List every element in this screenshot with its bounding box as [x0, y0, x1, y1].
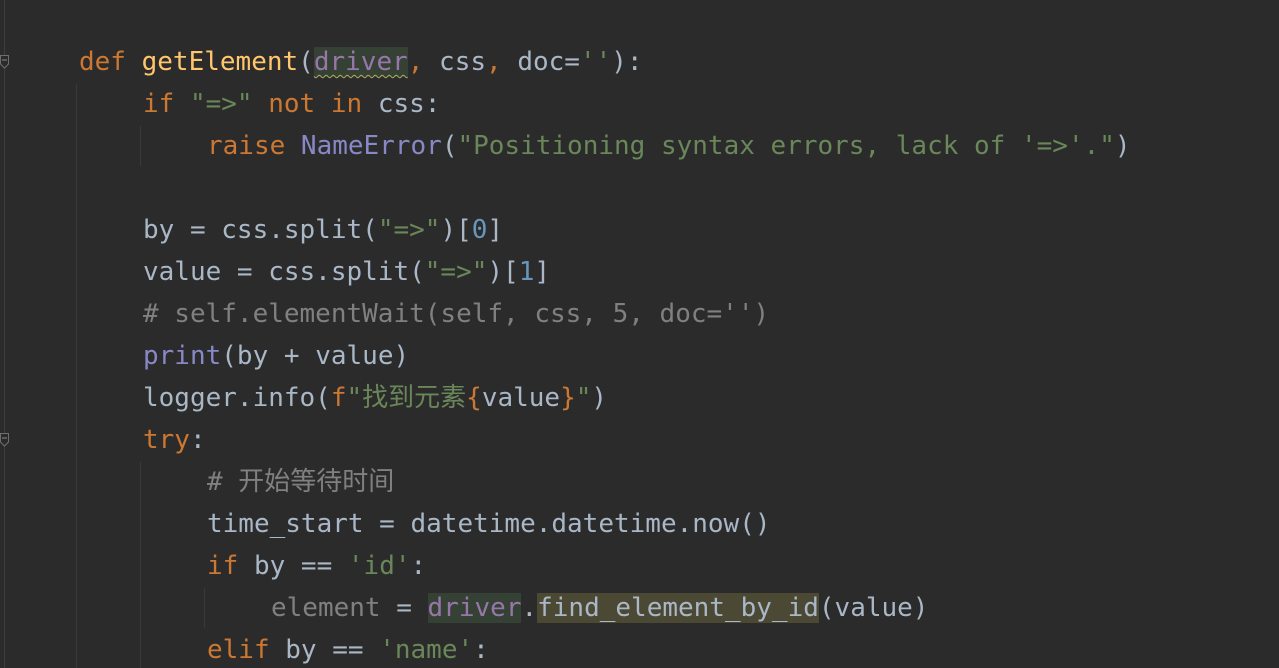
- code-token: ,: [486, 47, 502, 77]
- code-token: =: [380, 593, 428, 623]
- code-token: if: [143, 89, 190, 119]
- code-token: :: [473, 635, 489, 665]
- code-token: css:: [377, 89, 441, 119]
- code-token: ): [591, 383, 608, 413]
- code-line-10[interactable]: try:: [143, 419, 206, 461]
- code-editor[interactable]: def getElement(driver, css, doc=''): if …: [0, 0, 1279, 668]
- indent-guide: [140, 126, 141, 166]
- code-token: (value): [818, 593, 929, 623]
- code-token: ]: [487, 215, 504, 245]
- code-token: by ==: [253, 551, 348, 581]
- code-line-9[interactable]: logger.info(f"找到元素{value}"): [143, 377, 607, 419]
- code-token: "=>": [377, 215, 441, 245]
- code-token: def: [79, 47, 142, 77]
- code-token: )[: [487, 257, 519, 287]
- code-token: # self.elementWait(self, css, 5, doc=''): [143, 299, 770, 329]
- code-token: )[: [440, 215, 472, 245]
- code-token: '': [579, 47, 612, 77]
- indent-guide: [76, 84, 77, 668]
- code-line-7[interactable]: # self.elementWait(self, css, 5, doc=''): [143, 293, 769, 335]
- code-token: {: [466, 383, 482, 413]
- code-token: ,: [407, 47, 424, 77]
- code-token: :: [410, 551, 427, 581]
- code-token: logger.info(: [143, 383, 331, 413]
- code-token: value = css.split(: [143, 257, 425, 287]
- code-line-5[interactable]: by = css.split("=>")[0]: [143, 209, 503, 251]
- code-line-15[interactable]: elif by == 'name':: [207, 629, 489, 668]
- code-token: # 开始等待时间: [207, 467, 395, 497]
- code-token: element: [271, 593, 381, 623]
- code-token: ]: [534, 257, 551, 287]
- code-token: by ==: [285, 635, 380, 665]
- code-token: "=>": [424, 257, 488, 287]
- code-token: }: [560, 383, 576, 413]
- code-token: ):: [611, 47, 643, 77]
- code-token: find_element_by_id: [537, 593, 819, 623]
- code-token: 'id': [347, 551, 411, 581]
- code-token: "找到元素: [346, 383, 467, 413]
- code-token: not in: [252, 89, 378, 119]
- code-token: time_start = datetime.datetime.now(): [207, 509, 771, 539]
- code-token: doc=: [501, 47, 580, 77]
- code-token: 'name': [379, 635, 474, 665]
- fold-marker-icon[interactable]: [0, 433, 9, 447]
- code-token: (by + value): [221, 341, 410, 371]
- code-token: raise: [207, 131, 301, 161]
- code-token: elif: [207, 635, 286, 665]
- code-token: (: [441, 131, 458, 161]
- code-token: if: [207, 551, 254, 581]
- code-token: "=>": [189, 89, 253, 119]
- code-token: getElement: [141, 47, 299, 77]
- code-token: value: [481, 383, 561, 413]
- code-line-11[interactable]: # 开始等待时间: [207, 461, 394, 503]
- code-line-13[interactable]: if by == 'id':: [207, 545, 426, 587]
- code-token: driver: [427, 593, 522, 623]
- code-token: (: [298, 47, 314, 77]
- code-token: css: [423, 47, 487, 77]
- code-token: "Positioning syntax errors, lack of '=>'…: [457, 131, 1115, 161]
- code-token: ): [1114, 131, 1131, 161]
- code-line-14[interactable]: element = driver.find_element_by_id(valu…: [271, 587, 928, 629]
- code-token: f: [330, 383, 347, 413]
- code-line-12[interactable]: time_start = datetime.datetime.now(): [207, 503, 771, 545]
- code-line-2[interactable]: if "=>" not in css:: [143, 83, 440, 125]
- code-token: 1: [518, 257, 535, 287]
- indent-guide: [140, 462, 141, 668]
- indent-guide: [204, 588, 205, 628]
- code-line-1[interactable]: def getElement(driver, css, doc=''):: [79, 41, 643, 83]
- code-token: NameError: [300, 131, 442, 161]
- code-token: :: [189, 425, 206, 455]
- code-token: .: [521, 593, 538, 623]
- code-token: try: [143, 425, 190, 455]
- code-token: 0: [471, 215, 488, 245]
- code-token: print: [143, 341, 222, 371]
- code-line-6[interactable]: value = css.split("=>")[1]: [143, 251, 550, 293]
- fold-marker-icon[interactable]: [0, 55, 9, 69]
- code-token: ": [575, 383, 592, 413]
- code-line-3[interactable]: raise NameError("Positioning syntax erro…: [207, 125, 1131, 167]
- code-line-8[interactable]: print(by + value): [143, 335, 409, 377]
- code-token: driver: [313, 47, 408, 77]
- code-token: by = css.split(: [143, 215, 378, 245]
- gutter-divider: [4, 0, 5, 668]
